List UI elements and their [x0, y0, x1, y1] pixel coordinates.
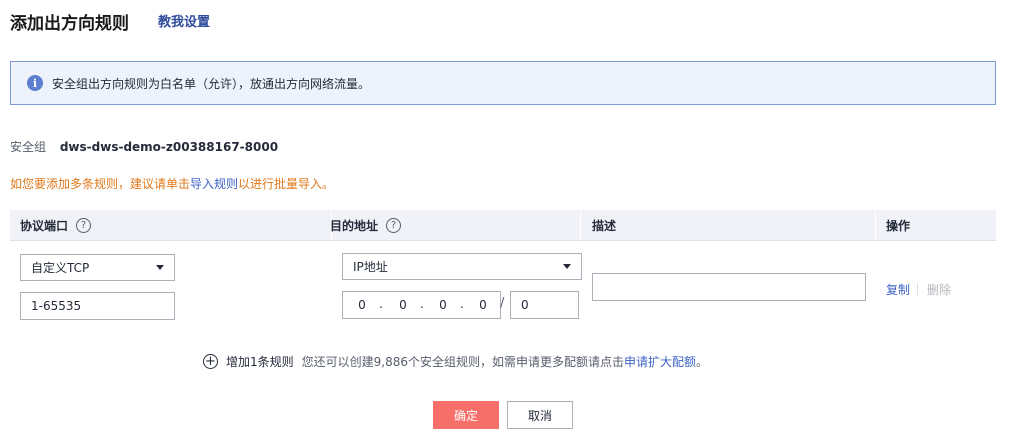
- info-banner-text: 安全组出方向规则为白名单（允许），放通出方向网络流量。: [52, 76, 371, 91]
- destination-help-icon[interactable]: ?: [386, 217, 402, 233]
- port-input[interactable]: 1-65535: [20, 292, 175, 320]
- copy-rule-button[interactable]: 复制: [886, 281, 910, 298]
- protocol-port-help-icon[interactable]: ?: [76, 217, 92, 233]
- protocol-select[interactable]: 自定义TCP: [20, 254, 175, 281]
- delete-rule-button[interactable]: 删除: [927, 281, 951, 298]
- confirm-button[interactable]: 确定: [433, 401, 499, 429]
- info-icon: i: [27, 75, 43, 91]
- rules-table-header: 协议端口 ? 目的地址 ? 描述 操作: [10, 210, 996, 241]
- subnet-mask-input[interactable]: 0: [510, 291, 579, 319]
- cancel-button[interactable]: 取消: [507, 401, 573, 429]
- ip-octet-2[interactable]: 0: [396, 298, 410, 312]
- ip-dot: .: [420, 297, 424, 311]
- ip-dot: .: [379, 297, 383, 311]
- info-banner: i 安全组出方向规则为白名单（允许），放通出方向网络流量。: [10, 61, 996, 105]
- ip-octet-4[interactable]: 0: [476, 298, 490, 312]
- port-input-value: 1-65535: [31, 299, 82, 313]
- add-rule-button[interactable]: 增加1条规则: [226, 353, 294, 370]
- cidr-slash: /: [500, 296, 505, 311]
- chevron-down-icon: [156, 265, 164, 270]
- address-type-select[interactable]: IP地址: [342, 253, 582, 280]
- description-input[interactable]: [592, 273, 866, 301]
- tip-suffix: 以进行批量导入。: [238, 177, 335, 191]
- ip-address-input[interactable]: 0 . 0 . 0 . 0: [342, 291, 501, 319]
- security-group-name: dws-dws-demo-z00388167-8000: [59, 140, 279, 154]
- column-header-destination: 目的地址 ?: [330, 210, 402, 240]
- plus-circle-icon[interactable]: +: [203, 354, 218, 369]
- security-group-row: 安全组 dws-dws-demo-z00388167-8000: [10, 138, 278, 155]
- import-rules-link[interactable]: 导入规则: [190, 177, 238, 191]
- help-setup-link[interactable]: 教我设置: [158, 11, 210, 30]
- chevron-down-icon: [563, 264, 571, 269]
- column-separator: [875, 210, 876, 240]
- column-separator: [580, 210, 581, 240]
- security-group-label: 安全组: [10, 140, 47, 154]
- page-title: 添加出方向规则: [10, 14, 129, 34]
- ip-octet-3[interactable]: 0: [436, 298, 450, 312]
- column-header-actions: 操作: [886, 218, 911, 233]
- ip-octet-1[interactable]: 0: [355, 298, 369, 312]
- address-type-select-value: IP地址: [353, 260, 388, 274]
- request-quota-link[interactable]: 申请扩大配额: [624, 353, 696, 370]
- batch-import-tip: 如您要添加多条规则，建议请单击导入规则以进行批量导入。: [10, 175, 334, 192]
- protocol-select-value: 自定义TCP: [31, 261, 90, 275]
- quota-note: 您还可以创建9,886个安全组规则，如需申请更多配额请点击: [301, 355, 624, 369]
- ip-dot: .: [460, 297, 464, 311]
- action-divider: [917, 283, 918, 295]
- column-header-destination-label: 目的地址: [330, 218, 379, 233]
- subnet-mask-value: 0: [521, 298, 529, 312]
- add-rule-row: + 增加1条规则 您还可以创建9,886个安全组规则，如需申请更多配额请点击 申请…: [203, 353, 708, 370]
- column-header-description: 描述: [592, 218, 617, 233]
- quota-note-suffix: 。: [696, 355, 709, 369]
- tip-prefix: 如您要添加多条规则，建议请单击: [10, 177, 191, 191]
- column-header-protocol-port-label: 协议端口: [20, 218, 69, 233]
- column-header-protocol-port: 协议端口 ?: [20, 210, 92, 240]
